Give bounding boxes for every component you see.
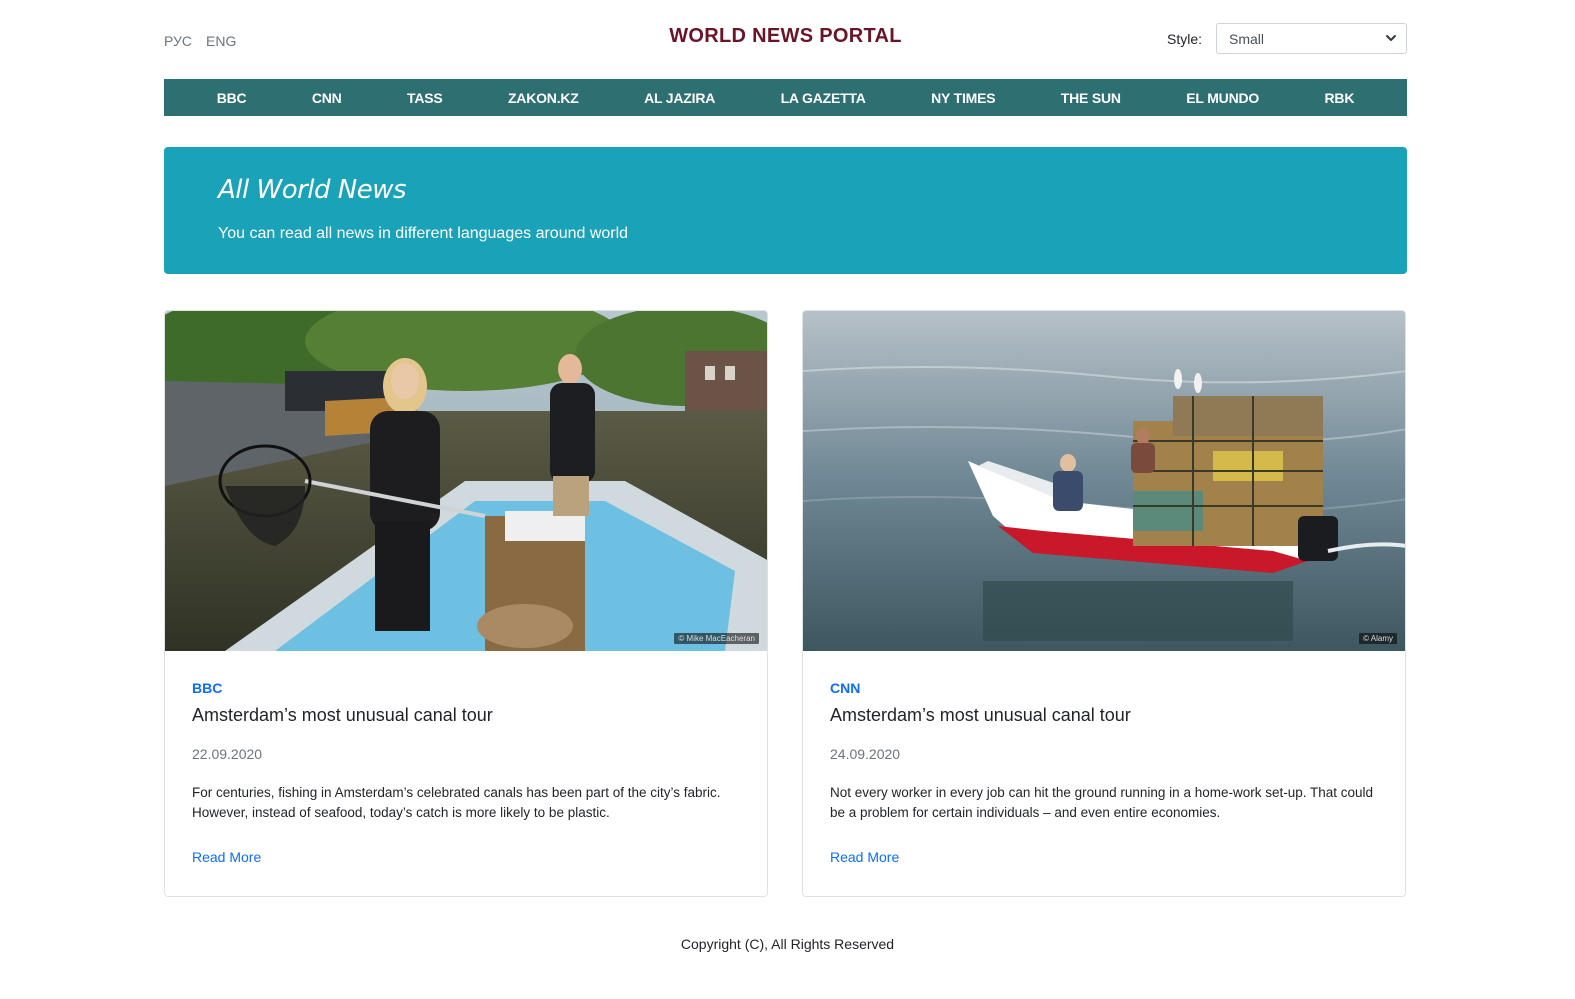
nav-item-la-gazetta[interactable]: LA GAZETTA (781, 90, 866, 106)
chevron-down-icon (1386, 35, 1396, 41)
language-en-link[interactable]: ENG (206, 33, 236, 49)
news-card-body: BBC Amsterdam’s most unusual canal tour … (165, 651, 767, 896)
footer-copyright: Copyright (C), All Rights Reserved (680, 936, 895, 952)
nav-item-el-mundo[interactable]: EL MUNDO (1186, 90, 1259, 106)
nav-item-bbc[interactable]: BBC (217, 90, 247, 106)
news-excerpt: Not every worker in every job can hit th… (830, 785, 1374, 820)
news-title: Amsterdam’s most unusual canal tour (830, 705, 1131, 725)
top-bar: РУС ENG WORLD NEWS PORTAL Style: Small (164, 0, 1407, 79)
photo-credit: © Alamy (1359, 633, 1397, 644)
photo-credit: © Mike MacEacheran (674, 633, 759, 644)
style-select[interactable]: Small (1216, 23, 1407, 54)
news-title: Amsterdam’s most unusual canal tour (192, 705, 493, 725)
hero-subtitle: You can read all news in different langu… (218, 225, 629, 242)
news-date: 24.09.2020 (830, 746, 901, 762)
language-switcher: РУС ENG (164, 33, 236, 49)
language-ru-link[interactable]: РУС (164, 33, 192, 49)
style-control: Style: Small (1167, 23, 1407, 54)
lobster-boat-photo (803, 311, 1405, 651)
hero-banner: All World News You can read all news in … (164, 147, 1407, 274)
read-more-link[interactable]: Read More (830, 849, 899, 865)
news-card-body: CNN Amsterdam’s most unusual canal tour … (803, 651, 1405, 896)
news-card: © Alamy CNN Amsterdam’s most unusual can… (802, 310, 1406, 897)
nav-item-the-sun[interactable]: THE SUN (1061, 90, 1121, 106)
news-card: © Mike MacEacheran BBC Amsterdam’s most … (164, 310, 768, 897)
news-date: 22.09.2020 (192, 746, 263, 762)
read-more-link[interactable]: Read More (192, 849, 261, 865)
style-select-value: Small (1229, 31, 1265, 47)
nav-item-tass[interactable]: TASS (407, 90, 443, 106)
hero-title: All World News (218, 175, 407, 205)
news-source: BBC (192, 680, 223, 696)
nav-item-zakon-kz[interactable]: ZAKON.KZ (508, 90, 579, 106)
nav-item-ny-times[interactable]: NY TIMES (931, 90, 995, 106)
news-image-canal-boat: © Mike MacEacheran (165, 311, 767, 651)
nav-item-rbk[interactable]: RBK (1325, 90, 1355, 106)
news-excerpt: For centuries, fishing in Amsterdam’s ce… (192, 785, 721, 820)
news-image-lobster-boat: © Alamy (803, 311, 1405, 651)
style-label: Style: (1166, 30, 1202, 47)
source-navbar: BBC CNN TASS ZAKON.KZ AL JAZIRA LA GAZET… (164, 79, 1407, 116)
nav-item-cnn[interactable]: CNN (312, 90, 342, 106)
news-source: CNN (830, 680, 861, 696)
nav-item-al-jazira[interactable]: AL JAZIRA (644, 90, 715, 106)
canal-photo (165, 311, 767, 651)
